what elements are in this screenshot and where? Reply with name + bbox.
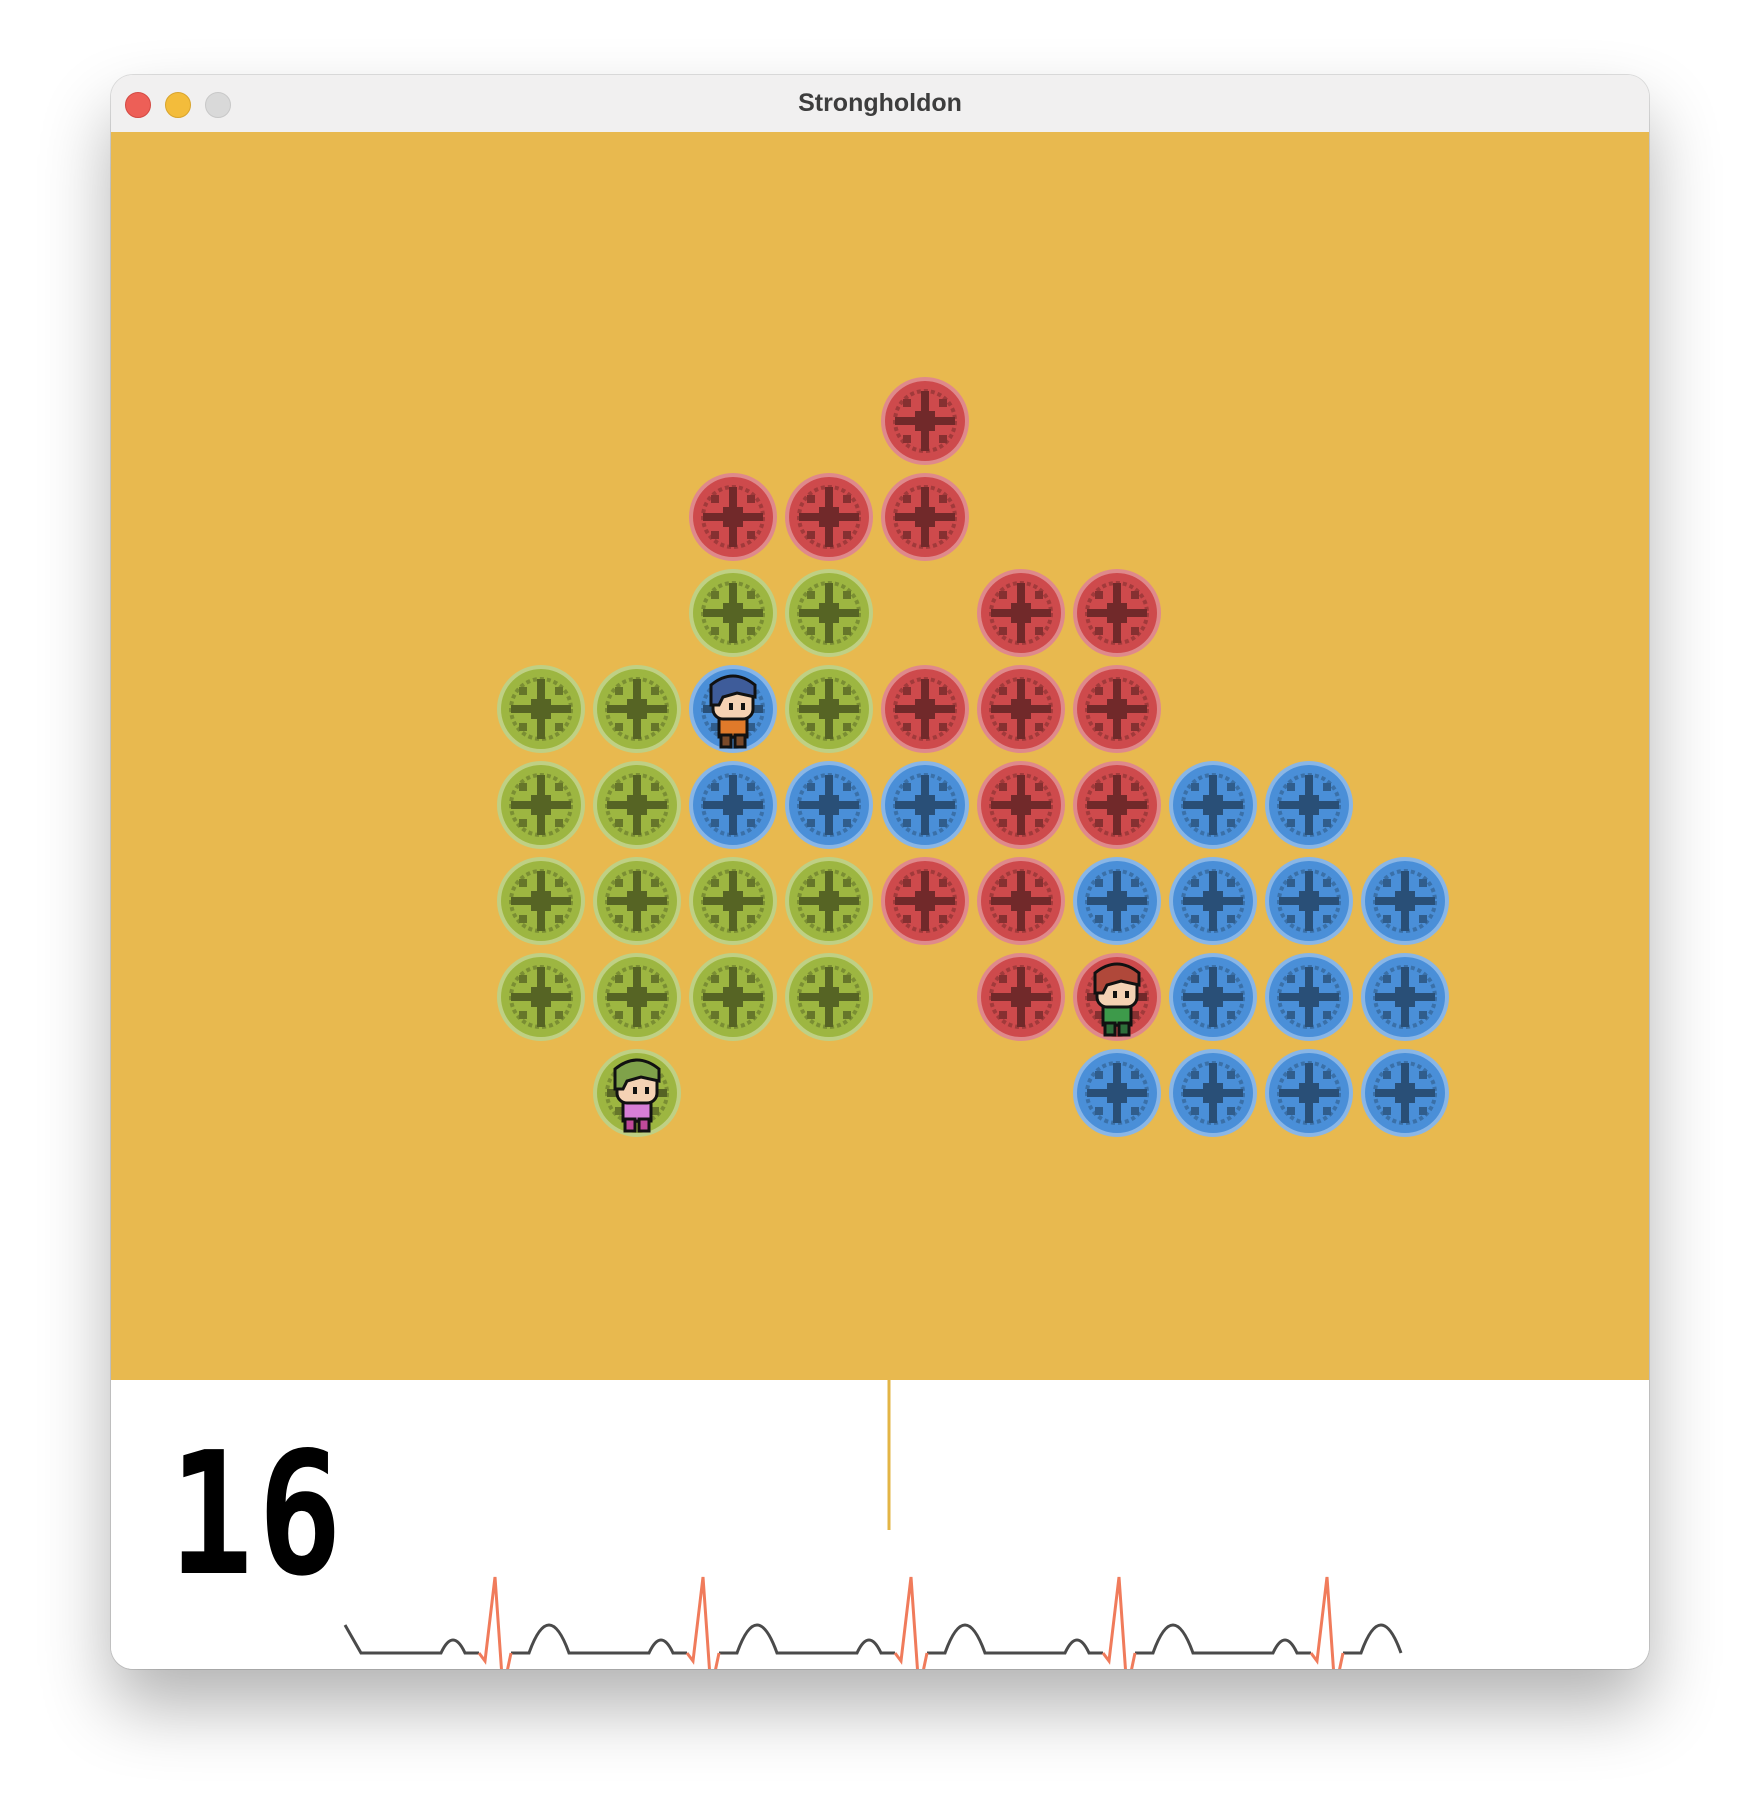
green-tile[interactable] <box>497 857 585 945</box>
ecg-baseline-trace <box>343 1623 1403 1655</box>
red-tile[interactable] <box>881 857 969 945</box>
red-tile[interactable] <box>881 665 969 753</box>
red-tile[interactable] <box>977 665 1065 753</box>
red-tile[interactable] <box>977 569 1065 657</box>
green-tile[interactable] <box>593 665 681 753</box>
red-tile[interactable] <box>881 377 969 465</box>
ecg-spike <box>1101 1576 1137 1669</box>
blue-tile[interactable] <box>1361 1049 1449 1137</box>
red-tile[interactable] <box>1073 569 1161 657</box>
green-tile[interactable] <box>497 953 585 1041</box>
green-tile[interactable] <box>497 665 585 753</box>
board-canvas <box>111 132 1649 1380</box>
red-tile[interactable] <box>689 473 777 561</box>
green-tile[interactable] <box>593 761 681 849</box>
blue-tile[interactable] <box>1169 953 1257 1041</box>
title-bar: Strongholdon <box>111 75 1649 133</box>
red-tile[interactable] <box>881 473 969 561</box>
blue-tile[interactable] <box>689 761 777 849</box>
ecg-spike <box>477 1576 513 1669</box>
game-board[interactable] <box>111 132 1649 1380</box>
window-title: Strongholdon <box>798 89 962 117</box>
blue-tile[interactable] <box>785 761 873 849</box>
green-tile[interactable] <box>785 569 873 657</box>
green-tile[interactable] <box>785 953 873 1041</box>
blue-tile[interactable] <box>1265 953 1353 1041</box>
red-tile[interactable] <box>977 761 1065 849</box>
blue-tile[interactable] <box>1073 857 1161 945</box>
red-tile[interactable] <box>1073 665 1161 753</box>
red-tile[interactable] <box>785 473 873 561</box>
green-tile[interactable] <box>593 857 681 945</box>
red-tile[interactable] <box>1073 761 1161 849</box>
green-haired-hero-sprite[interactable] <box>613 1058 661 1133</box>
status-panel: 16 <box>111 1380 1649 1669</box>
blue-tile[interactable] <box>881 761 969 849</box>
red-tile[interactable] <box>977 857 1065 945</box>
blue-tile[interactable] <box>1265 1049 1353 1137</box>
blue-haired-hero-sprite[interactable] <box>709 674 757 749</box>
green-tile[interactable] <box>689 953 777 1041</box>
green-tile[interactable] <box>785 857 873 945</box>
green-tile[interactable] <box>689 857 777 945</box>
blue-tile[interactable] <box>1265 761 1353 849</box>
blue-tile[interactable] <box>1361 857 1449 945</box>
green-tile[interactable] <box>785 665 873 753</box>
blue-tile[interactable] <box>1169 1049 1257 1137</box>
ecg-spike <box>1309 1576 1345 1669</box>
ecg-spike <box>893 1576 929 1669</box>
heartbeat-monitor <box>343 1380 1403 1669</box>
blue-tile[interactable] <box>1169 857 1257 945</box>
board-background <box>111 132 1649 1380</box>
blue-tile[interactable] <box>1361 953 1449 1041</box>
ecg-spike <box>685 1576 721 1669</box>
blue-tile[interactable] <box>1073 1049 1161 1137</box>
game-window: Strongholdon 16 <box>111 75 1649 1669</box>
ecg-spikes <box>477 1576 1345 1669</box>
red-tile[interactable] <box>977 953 1065 1041</box>
green-tile[interactable] <box>497 761 585 849</box>
blue-tile[interactable] <box>1265 857 1353 945</box>
green-tile[interactable] <box>689 569 777 657</box>
green-tile[interactable] <box>593 953 681 1041</box>
red-haired-hero-sprite[interactable] <box>1093 962 1141 1037</box>
blue-tile[interactable] <box>1169 761 1257 849</box>
